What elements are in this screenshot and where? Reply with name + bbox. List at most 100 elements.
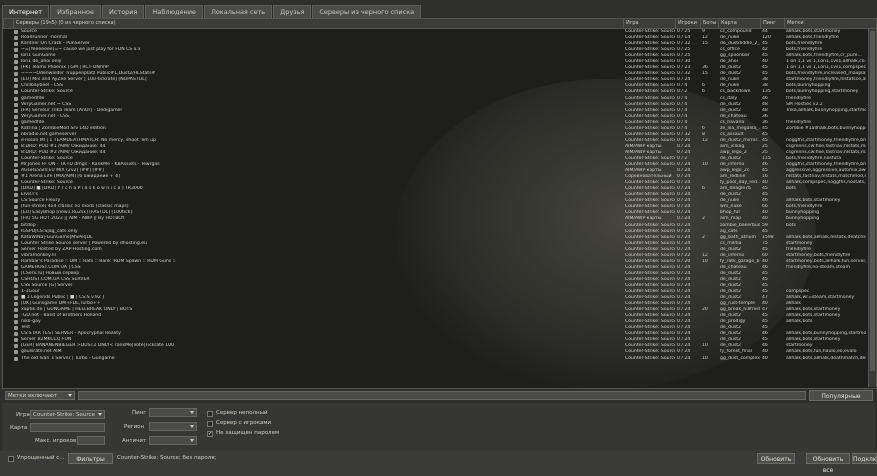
tab-4[interactable]: Локальная сеть [203, 5, 273, 18]
lock-column-header[interactable] [3, 19, 13, 28]
shield-icon [14, 229, 18, 234]
shield-icon [14, 60, 18, 65]
no-password-label: Не защищен паролем [216, 430, 280, 436]
refresh-button[interactable]: Обновить [757, 453, 795, 464]
shield-icon [14, 199, 18, 204]
scrollbar-thumb[interactable] [870, 31, 875, 371]
refresh-all-button[interactable]: Обновить все [806, 453, 850, 474]
shield-icon [14, 169, 18, 174]
column-header-bots[interactable]: Боты [700, 19, 718, 28]
column-header-name[interactable]: Серверы (19ч5) (0 из черного списка) [13, 19, 623, 28]
tab-3[interactable]: Наблюдение [145, 5, 203, 18]
ping-filter-select[interactable] [149, 408, 197, 417]
shield-icon [14, 30, 18, 34]
shield-icon [14, 187, 18, 192]
shield-icon [14, 78, 18, 83]
max-players-input[interactable] [77, 436, 105, 445]
server-players: 0 / 24 [677, 355, 691, 361]
shield-icon [14, 54, 18, 59]
shield-icon [14, 211, 18, 216]
simplified-list-checkbox[interactable] [8, 456, 14, 462]
shield-icon [14, 90, 18, 95]
shield-icon [14, 271, 18, 276]
chevron-down-icon [98, 413, 102, 416]
has-players-checkbox[interactable] [207, 421, 213, 427]
shield-icon [14, 265, 18, 270]
shield-icon [14, 344, 18, 349]
shield-icon [14, 217, 18, 222]
shield-icon [14, 308, 18, 313]
column-header-ping[interactable]: Пинг [760, 19, 784, 28]
max-players-label: Макс. игроков [35, 438, 77, 444]
shield-icon [14, 48, 18, 53]
column-header-players[interactable]: Игроки [675, 19, 700, 28]
tab-0[interactable]: Интернет [2, 5, 50, 18]
connect-button[interactable]: Подключиться [852, 453, 877, 464]
column-header-map[interactable]: Карта [718, 19, 760, 28]
shield-icon [14, 132, 18, 137]
shield-icon [14, 138, 18, 143]
shield-icon [14, 126, 18, 131]
shield-icon [14, 108, 18, 113]
table-row[interactable]: The old Ivan´s Server | Turbo - Gungame C… [3, 356, 876, 362]
anticheat-filter-label: Античит [122, 438, 147, 444]
column-header-game[interactable]: Игра [623, 19, 675, 28]
shield-icon [14, 290, 18, 295]
tags-input[interactable] [78, 391, 806, 400]
server-tags: allhalk,bots,allhalk,deathmatch,deutsch,… [786, 355, 866, 361]
not-full-checkbox[interactable] [207, 411, 213, 417]
shield-icon [14, 247, 18, 252]
shield-icon [14, 302, 18, 307]
shield-icon [14, 66, 18, 71]
shield-icon [14, 223, 18, 228]
tab-6[interactable]: Серверы из черного списка [312, 5, 422, 18]
shield-icon [14, 120, 18, 125]
shield-icon [14, 356, 18, 361]
shield-icon [14, 326, 18, 331]
region-filter-select[interactable] [149, 422, 197, 431]
chevron-down-icon [190, 425, 194, 428]
map-filter-input[interactable] [30, 423, 105, 432]
tag-bar: Метки включают Популярные метки... [2, 390, 875, 411]
shield-icon [14, 332, 18, 337]
shield-icon [14, 181, 18, 186]
list-header: Серверы (19ч5) (0 из черного списка) Игр… [3, 19, 876, 29]
tab-1[interactable]: Избранное [50, 5, 101, 18]
shield-icon [14, 102, 18, 107]
has-players-label: Сервер с игроками [216, 420, 272, 426]
shield-icon [14, 338, 18, 343]
chevron-down-icon [68, 394, 72, 397]
tab-2[interactable]: История [101, 5, 145, 18]
shield-icon [14, 296, 18, 301]
tab-5[interactable]: Друзья [273, 5, 312, 18]
chevron-down-icon [190, 411, 194, 414]
map-filter-label: Карта [10, 425, 28, 431]
shield-icon [14, 36, 18, 41]
shield-icon [14, 235, 18, 240]
game-filter-select[interactable]: Counter-Strike: Source [30, 410, 105, 419]
server-ping: 40 [762, 355, 768, 361]
shield-icon [14, 42, 18, 47]
anticheat-filter-select[interactable] [149, 436, 197, 445]
shield-icon [14, 96, 18, 101]
shield-icon [14, 283, 18, 288]
shield-icon [14, 144, 18, 149]
list-scrollbar[interactable] [868, 29, 876, 387]
no-password-checkbox[interactable]: ✓ [207, 431, 213, 437]
column-header-tags[interactable]: Метки [784, 19, 876, 28]
simplified-list-label: Упрощенный с... [17, 455, 65, 461]
shield-icon [14, 259, 18, 264]
server-game: Counter-Strike: Source [625, 355, 675, 361]
shield-icon [14, 156, 18, 161]
shield-icon [14, 253, 18, 258]
filters-button[interactable]: Фильтры [68, 453, 113, 464]
server-browser-window: Интернет Избранное История Наблюдение Локаль… [0, 0, 877, 476]
shield-icon [14, 150, 18, 155]
shield-icon [14, 175, 18, 180]
tag-mode-select[interactable]: Метки включают [5, 391, 75, 400]
popular-tags-button[interactable]: Популярные метки... [809, 390, 873, 411]
shield-icon [14, 163, 18, 168]
shield-icon [14, 193, 18, 198]
bottom-bar: Упрощенный с... Фильтры Counter-Strike: … [0, 451, 877, 476]
server-map: gg_dust_complex [720, 355, 760, 361]
